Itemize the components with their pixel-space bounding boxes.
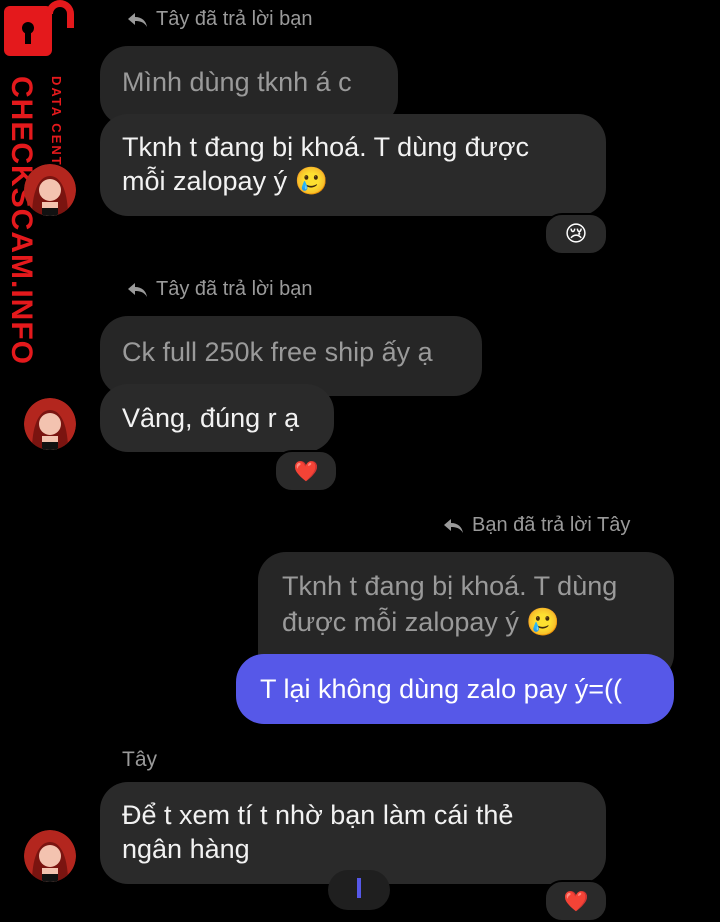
watermark-brand: CHECKSCAM.INFO [5, 76, 38, 365]
emoji: 🥲 [294, 166, 329, 197]
message-bubble-outgoing[interactable]: T lại không dùng zalo pay ý=(( [236, 654, 674, 724]
message-bubble[interactable]: Tknh t đang bị khoá. T dùng được mỗi zal… [100, 114, 606, 216]
quoted-text-line: được mỗi zalopay ý [282, 607, 519, 637]
sender-name: Tây [122, 748, 158, 771]
reply-arrow-icon [444, 518, 463, 533]
reaction-badge[interactable]: ❤️ [544, 880, 608, 922]
message-text: T lại không dùng zalo pay ý=(( [260, 674, 622, 704]
reply-note-text: Bạn đã trả lời Tây [472, 514, 631, 536]
heart-icon: ❤️ [293, 459, 319, 483]
reply-arrow-icon [128, 282, 147, 297]
message-text-line: Để t xem tí t nhờ bạn làm cái thẻ [122, 800, 514, 830]
message-bubble[interactable]: Vâng, đúng r ạ [100, 384, 334, 452]
emoji: 🥲 [526, 607, 561, 638]
arrow-down-icon [357, 878, 361, 898]
heart-icon: ❤️ [563, 889, 589, 913]
reply-note: Tây đã trả lời bạn [126, 278, 313, 301]
avatar[interactable] [24, 830, 76, 882]
message-text-line: mỗi zalopay ý [122, 166, 288, 196]
message-text-line: ngân hàng [122, 834, 250, 864]
reply-note-text: Tây đã trả lời bạn [156, 8, 313, 30]
quoted-text: Mình dùng tknh á c [122, 67, 352, 97]
sad-emoji-icon: 😢 [564, 221, 588, 247]
reply-arrow-icon [128, 12, 147, 27]
reaction-badge[interactable]: 😢 [544, 213, 608, 255]
avatar[interactable] [24, 164, 76, 216]
reply-note: Bạn đã trả lời Tây [442, 514, 630, 537]
reply-note: Tây đã trả lời bạn [126, 8, 313, 31]
quoted-text: Ck full 250k free ship ấy ạ [122, 337, 433, 367]
message-bubble[interactable]: Để t xem tí t nhờ bạn làm cái thẻ ngân h… [100, 782, 606, 884]
avatar[interactable] [24, 398, 76, 450]
reply-note-text: Tây đã trả lời bạn [156, 278, 313, 300]
watermark-lock-logo [0, 0, 80, 58]
message-text-line: Tknh t đang bị khoá. T dùng được [122, 132, 530, 162]
quoted-text-line: Tknh t đang bị khoá. T dùng [282, 571, 618, 601]
message-text: Vâng, đúng r ạ [122, 403, 300, 433]
reaction-badge[interactable]: ❤️ [274, 450, 338, 492]
scroll-down-button[interactable] [328, 870, 390, 910]
